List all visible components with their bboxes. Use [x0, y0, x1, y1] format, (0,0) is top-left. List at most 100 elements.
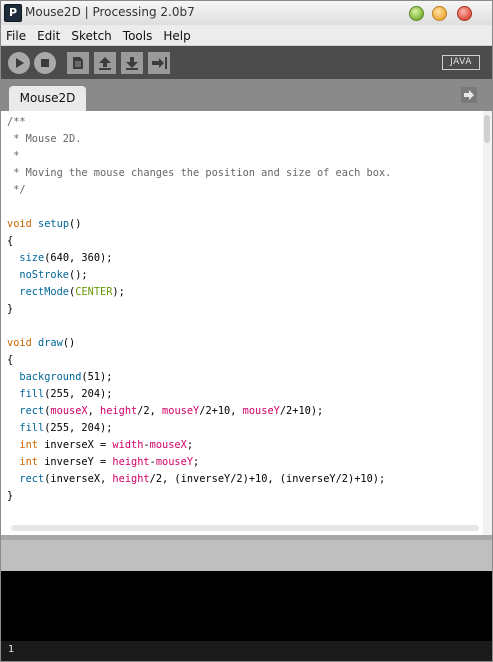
run-button[interactable]	[8, 52, 30, 74]
code-editor[interactable]: /** * Mouse 2D. * * Moving the mouse cha…	[1, 111, 492, 535]
code-token: ()	[69, 218, 82, 230]
code-line[interactable]: {	[7, 233, 391, 250]
tab-menu-button[interactable]	[461, 87, 477, 103]
toolbar: JAVA	[1, 46, 492, 79]
title-bar[interactable]: P Mouse2D | Processing 2.0b7	[1, 1, 492, 26]
menu-sketch[interactable]: Sketch	[66, 26, 117, 46]
close-button[interactable]	[457, 6, 472, 21]
menu-edit[interactable]: Edit	[32, 26, 66, 46]
code-token: fill	[19, 388, 45, 400]
menu-tools[interactable]: Tools	[118, 26, 159, 46]
run-icon	[16, 58, 24, 68]
code-token: /2,	[137, 405, 163, 417]
code-line[interactable]	[7, 318, 391, 335]
arrow-right-icon	[464, 90, 474, 100]
code-token: setup	[38, 218, 70, 230]
code-token: int	[19, 439, 39, 451]
code-line[interactable]	[7, 199, 391, 216]
code-line[interactable]: * Moving the mouse changes the position …	[7, 165, 391, 182]
code-line[interactable]: fill(255, 204);	[7, 420, 391, 437]
minimize-button[interactable]	[409, 6, 424, 21]
code-token: }	[7, 490, 14, 502]
new-icon	[73, 57, 83, 69]
new-button[interactable]	[67, 52, 89, 74]
code-line[interactable]: int inverseX = width-mouseX;	[7, 437, 391, 454]
code-token: height	[112, 473, 150, 485]
menu-file[interactable]: File	[1, 26, 32, 46]
code-token: CENTER	[75, 286, 113, 298]
code-token: inverseX =	[38, 439, 113, 451]
code-line[interactable]: void setup()	[7, 216, 391, 233]
code-line[interactable]: }	[7, 301, 391, 318]
code-line[interactable]: size(640, 360);	[7, 250, 391, 267]
code-token: draw	[38, 337, 63, 349]
code-token: /**	[7, 116, 26, 128]
mode-selector[interactable]: JAVA	[442, 55, 480, 70]
stop-icon	[41, 59, 49, 67]
code-token: background	[19, 371, 82, 383]
maximize-button[interactable]	[432, 6, 447, 21]
export-button[interactable]	[148, 52, 170, 74]
code-line[interactable]: int inverseY = height-mouseY;	[7, 454, 391, 471]
code-token: }	[7, 303, 14, 315]
export-icon	[152, 57, 167, 69]
vertical-scrollbar[interactable]	[483, 111, 492, 535]
code-token: (640, 360);	[44, 252, 113, 264]
menu-help[interactable]: Help	[158, 26, 196, 46]
code-token: rect	[19, 405, 45, 417]
code-token: (255, 204);	[44, 422, 113, 434]
code-token: fill	[19, 422, 45, 434]
code-line[interactable]: }	[7, 488, 391, 505]
tab-bar: Mouse2D	[1, 79, 492, 111]
processing-app-icon: P	[4, 4, 22, 22]
code-token: (255, 204);	[44, 388, 113, 400]
code-line[interactable]: fill(255, 204);	[7, 386, 391, 403]
code-token: rectMode	[19, 286, 70, 298]
code-line[interactable]: *	[7, 148, 391, 165]
code-line[interactable]: noStroke();	[7, 267, 391, 284]
code-line[interactable]: */	[7, 182, 391, 199]
code-token: (inverseX,	[44, 473, 113, 485]
code-token: /2+10,	[199, 405, 243, 417]
status-bar: 1	[1, 641, 492, 661]
code-line[interactable]: rect(mouseX, height/2, mouseY/2+10, mous…	[7, 403, 391, 420]
code-line[interactable]: rectMode(CENTER);	[7, 284, 391, 301]
code-token: );	[112, 286, 125, 298]
console-area[interactable]	[1, 571, 492, 641]
code-line[interactable]: void draw()	[7, 335, 391, 352]
tab-mouse2d[interactable]: Mouse2D	[9, 86, 86, 111]
code-token: * Moving the mouse changes the position …	[7, 167, 392, 179]
save-button[interactable]	[121, 52, 143, 74]
line-number: 1	[8, 644, 15, 655]
code-line[interactable]: /**	[7, 114, 391, 131]
code-text[interactable]: /** * Mouse 2D. * * Moving the mouse cha…	[7, 114, 391, 505]
open-button[interactable]	[94, 52, 116, 74]
code-token: mouseY	[162, 405, 200, 417]
code-token: height	[100, 405, 138, 417]
code-token: mouseY	[155, 456, 194, 468]
open-icon	[99, 57, 111, 70]
code-line[interactable]: rect(inverseX, height/2, (inverseY/2)+10…	[7, 471, 391, 488]
code-token: inverseY =	[38, 456, 113, 468]
code-token: noStroke	[19, 269, 70, 281]
vertical-scroll-thumb[interactable]	[484, 115, 490, 143]
code-token: ;	[186, 439, 194, 451]
stop-button[interactable]	[34, 52, 56, 74]
code-token: int	[19, 456, 39, 468]
code-line[interactable]: * Mouse 2D.	[7, 131, 391, 148]
message-divider[interactable]	[1, 535, 492, 540]
menu-bar: File Edit Sketch Tools Help	[1, 25, 492, 46]
horizontal-scrollbar[interactable]	[11, 525, 479, 531]
code-line[interactable]: {	[7, 352, 391, 369]
code-line[interactable]: background(51);	[7, 369, 391, 386]
window-title: Mouse2D | Processing 2.0b7	[25, 5, 195, 19]
code-token: mouseX	[149, 439, 187, 451]
